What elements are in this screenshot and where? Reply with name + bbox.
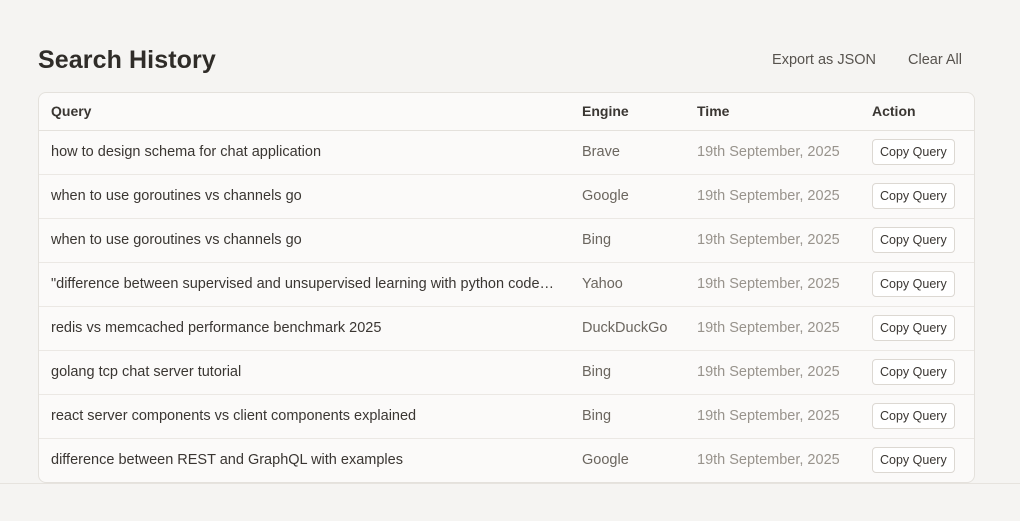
query-cell: how to design schema for chat applicatio… (51, 144, 322, 160)
action-cell: Copy Query (860, 438, 974, 482)
action-cell: Copy Query (860, 306, 974, 350)
action-cell: Copy Query (860, 350, 974, 394)
engine-cell: Bing (582, 364, 612, 380)
clear-all-button[interactable]: Clear All (908, 50, 962, 70)
query-cell: redis vs memcached performance benchmark… (51, 320, 382, 336)
table-row: golang tcp chat server tutorial Bing 19t… (39, 350, 974, 394)
bottom-divider (0, 483, 1020, 484)
query-cell: react server components vs client compon… (51, 408, 417, 424)
column-header-time: Time (685, 93, 860, 131)
engine-cell: Yahoo (582, 276, 623, 292)
copy-query-button[interactable]: Copy Query (872, 227, 955, 253)
query-cell: difference between REST and GraphQL with… (51, 452, 403, 469)
time-cell: 19th September, 2025 (697, 320, 840, 336)
table-row: "difference between supervised and unsup… (39, 262, 974, 306)
action-cell: Copy Query (860, 394, 974, 438)
time-cell: 19th September, 2025 (697, 188, 840, 204)
table-row: when to use goroutines vs channels go Bi… (39, 218, 974, 262)
copy-query-button[interactable]: Copy Query (872, 183, 955, 209)
table-row: how to design schema for chat applicatio… (39, 130, 974, 174)
engine-cell: DuckDuckGo (582, 320, 668, 336)
engine-cell: Brave (582, 144, 620, 160)
action-cell: Copy Query (860, 218, 974, 262)
time-cell: 19th September, 2025 (697, 144, 840, 160)
copy-query-button[interactable]: Copy Query (872, 359, 955, 385)
table-row: difference between REST and GraphQL with… (39, 438, 974, 482)
column-header-engine: Engine (570, 93, 685, 131)
copy-query-button[interactable]: Copy Query (872, 139, 955, 165)
query-cell: when to use goroutines vs channels go (51, 188, 302, 204)
table-header: Query Engine Time Action (39, 93, 974, 131)
table-row: redis vs memcached performance benchmark… (39, 306, 974, 350)
copy-query-button[interactable]: Copy Query (872, 315, 955, 341)
copy-query-button[interactable]: Copy Query (872, 271, 955, 297)
engine-cell: Bing (582, 232, 612, 248)
action-cell: Copy Query (860, 174, 974, 218)
search-history-page: Search History Export as JSON Clear All … (0, 0, 1020, 521)
time-cell: 19th September, 2025 (697, 408, 840, 424)
query-cell: golang tcp chat server tutorial (51, 364, 242, 380)
query-cell: when to use goroutines vs channels go (51, 232, 302, 248)
query-cell: "difference between supervised and unsup… (51, 276, 570, 292)
time-cell: 19th September, 2025 (697, 452, 840, 469)
time-cell: 19th September, 2025 (697, 364, 840, 380)
table-row: react server components vs client compon… (39, 394, 974, 438)
time-cell: 19th September, 2025 (697, 232, 840, 248)
export-json-button[interactable]: Export as JSON (772, 50, 876, 70)
engine-cell: Google (582, 188, 629, 204)
action-cell: Copy Query (860, 130, 974, 174)
action-cell: Copy Query (860, 262, 974, 306)
engine-cell: Google (582, 452, 629, 469)
column-header-query: Query (39, 93, 570, 131)
table-row: when to use goroutines vs channels go Go… (39, 174, 974, 218)
copy-query-button[interactable]: Copy Query (872, 447, 955, 474)
header-actions: Export as JSON Clear All (772, 50, 962, 70)
page-title: Search History (38, 46, 216, 74)
copy-query-button[interactable]: Copy Query (872, 403, 955, 429)
history-table: Query Engine Time Action how to design s… (39, 93, 974, 482)
history-table-card: Query Engine Time Action how to design s… (38, 92, 975, 483)
table-body: how to design schema for chat applicatio… (39, 130, 974, 482)
engine-cell: Bing (582, 408, 612, 424)
page-header: Search History Export as JSON Clear All (38, 44, 974, 78)
time-cell: 19th September, 2025 (697, 276, 840, 292)
column-header-action: Action (860, 93, 974, 131)
